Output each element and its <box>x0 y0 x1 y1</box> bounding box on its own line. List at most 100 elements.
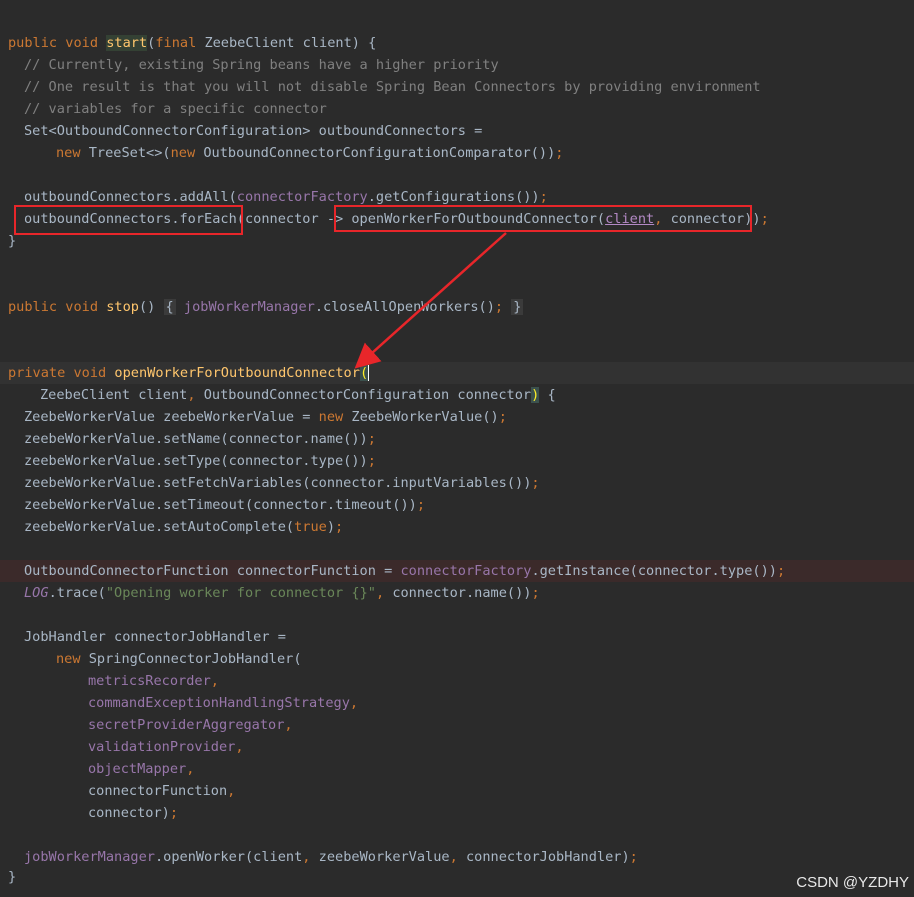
code-token: , <box>375 585 393 601</box>
code-line[interactable] <box>0 538 914 560</box>
code-token: new <box>170 145 204 161</box>
code-token: ; <box>367 453 376 469</box>
code-token: } <box>511 299 524 315</box>
code-token: connector) <box>88 805 170 821</box>
code-line[interactable]: zeebeWorkerValue.setTimeout(connector.ti… <box>0 494 914 516</box>
code-token: , <box>227 783 236 799</box>
code-token: final <box>155 35 205 51</box>
code-token: } <box>8 233 17 249</box>
code-token: zeebeWorkerValue.setAutoComplete( <box>24 519 295 535</box>
code-token: ; <box>531 585 540 601</box>
code-token: ; <box>539 189 548 205</box>
code-token: ; <box>555 145 564 161</box>
code-line[interactable] <box>0 274 914 296</box>
code-line[interactable] <box>0 252 914 274</box>
code-token: ZeebeWorkerValue zeebeWorkerValue = <box>24 409 319 425</box>
highlight-box-open-worker-call <box>334 205 752 232</box>
code-token: , <box>235 739 244 755</box>
code-token: .closeAllOpenWorkers() <box>314 299 495 315</box>
code-token: zeebeWorkerValue <box>318 849 450 865</box>
code-token: zeebeWorkerValue.setTimeout(connector.ti… <box>24 497 417 513</box>
code-line[interactable]: Set<OutboundConnectorConfiguration> outb… <box>0 120 914 142</box>
code-line[interactable]: jobWorkerManager.openWorker(client, zeeb… <box>0 846 914 868</box>
code-token: LOG <box>24 585 49 601</box>
code-token: Set<OutboundConnectorConfiguration> outb… <box>24 123 483 139</box>
code-line[interactable]: // One result is that you will not disab… <box>0 76 914 98</box>
code-token: connector.name()) <box>392 585 532 601</box>
code-line[interactable]: metricsRecorder, <box>0 670 914 692</box>
code-token: "Opening worker for connector {}" <box>105 585 376 601</box>
code-token: true <box>294 519 327 535</box>
code-token: connectorFactory <box>400 563 532 579</box>
code-token: ; <box>629 849 638 865</box>
code-token: connectorJobHandler) <box>465 849 630 865</box>
code-token: SpringConnectorJobHandler( <box>88 651 302 667</box>
code-line[interactable]: private void openWorkerForOutboundConnec… <box>0 362 914 384</box>
code-token: , <box>187 387 204 403</box>
code-token: , <box>302 849 319 865</box>
code-line[interactable]: zeebeWorkerValue.setType(connector.type(… <box>0 450 914 472</box>
code-token: ; <box>776 563 786 579</box>
code-token: private void <box>8 365 115 381</box>
code-line[interactable]: public void stop() { jobWorkerManager.cl… <box>0 296 914 318</box>
code-token: ; <box>169 805 179 821</box>
code-line[interactable]: secretProviderAggregator, <box>0 714 914 736</box>
code-line[interactable]: ZeebeClient client, OutboundConnectorCon… <box>0 384 914 406</box>
code-token: zeebeWorkerValue.setName(connector.name(… <box>24 431 368 447</box>
code-token: new <box>56 145 89 161</box>
code-token: { <box>163 299 176 315</box>
code-token: jobWorkerManager <box>24 849 155 865</box>
code-token: outboundConnectors.addAll( <box>24 189 237 205</box>
highlight-box-foreach <box>14 205 243 235</box>
code-line[interactable] <box>0 604 914 626</box>
code-token: new <box>56 651 89 667</box>
code-line[interactable]: zeebeWorkerValue.setName(connector.name(… <box>0 428 914 450</box>
code-line[interactable]: zeebeWorkerValue.setAutoComplete(true); <box>0 516 914 538</box>
code-line[interactable]: LOG.trace("Opening worker for connector … <box>0 582 914 604</box>
code-token: .openWorker(client <box>154 849 303 865</box>
code-line[interactable]: // Currently, existing Spring beans have… <box>0 54 914 76</box>
code-token: jobWorkerManager <box>183 299 315 315</box>
code-token: OutboundConnectorConfigurationComparator… <box>203 145 556 161</box>
code-token: commandExceptionHandlingStrategy <box>88 695 350 711</box>
code-line[interactable]: JobHandler connectorJobHandler = <box>0 626 914 648</box>
code-line[interactable]: } <box>0 866 914 888</box>
code-line[interactable]: validationProvider, <box>0 736 914 758</box>
code-token: stop <box>106 299 139 315</box>
code-token: ; <box>494 299 504 315</box>
code-token: ) <box>326 519 336 535</box>
code-token: ; <box>416 497 426 513</box>
code-token: validationProvider <box>88 739 236 755</box>
code-token: public void <box>8 299 107 315</box>
code-line[interactable]: ZeebeWorkerValue zeebeWorkerValue = new … <box>0 406 914 428</box>
code-line[interactable]: // variables for a specific connector <box>0 98 914 120</box>
code-token: .trace( <box>48 585 106 601</box>
code-token: public void <box>8 35 107 51</box>
code-line[interactable]: zeebeWorkerValue.setFetchVariables(conne… <box>0 472 914 494</box>
code-token: connectorFactory <box>236 189 368 205</box>
code-token: ; <box>531 475 540 491</box>
code-token: TreeSet<>( <box>88 145 171 161</box>
code-line[interactable]: commandExceptionHandlingStrategy, <box>0 692 914 714</box>
code-line[interactable]: connector); <box>0 802 914 824</box>
code-token: // One result is that you will not disab… <box>24 79 761 95</box>
code-token: ; <box>335 519 344 535</box>
code-token: // variables for a specific connector <box>24 101 327 117</box>
code-token: JobHandler connectorJobHandler = <box>24 629 286 645</box>
code-editor[interactable]: public void start (final ZeebeClient clie… <box>0 0 914 897</box>
code-token: () <box>138 299 164 315</box>
code-line[interactable]: OutboundConnectorFunction connectorFunct… <box>0 560 914 582</box>
code-line[interactable] <box>0 824 914 846</box>
code-line[interactable]: new SpringConnectorJobHandler( <box>0 648 914 670</box>
code-line[interactable]: new TreeSet<>(new OutboundConnectorConfi… <box>0 142 914 164</box>
code-line[interactable] <box>0 340 914 362</box>
code-line[interactable] <box>0 164 914 186</box>
code-token: ; <box>760 211 769 227</box>
code-token: connectorFunction <box>88 783 228 799</box>
code-line[interactable]: connectorFunction, <box>0 780 914 802</box>
code-line[interactable]: public void start(final ZeebeClient clie… <box>0 32 914 54</box>
code-line[interactable] <box>0 318 914 340</box>
code-token: ZeebeClient client) { <box>204 35 377 51</box>
code-line[interactable]: objectMapper, <box>0 758 914 780</box>
